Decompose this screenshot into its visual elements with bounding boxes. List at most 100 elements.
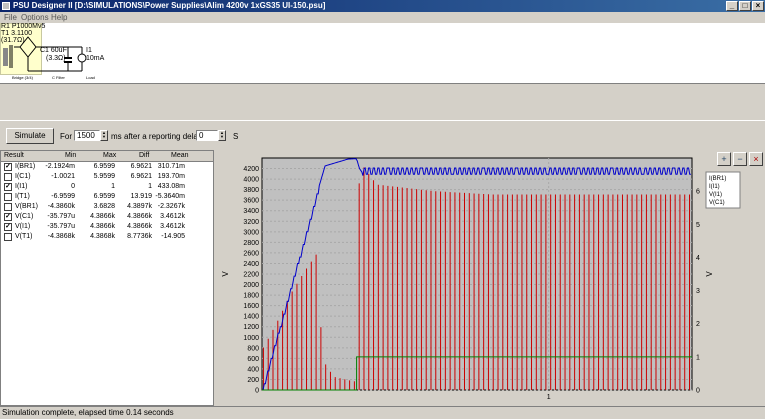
duration-spinner[interactable]: ▲ ▼ — [100, 130, 108, 141]
y-tick-label: 1600 — [243, 303, 259, 310]
column-header-result[interactable]: Result — [4, 152, 24, 159]
simulate-button[interactable]: Simulate — [6, 128, 54, 144]
cell-name: V(BR1) — [15, 203, 38, 210]
table-row[interactable]: V(T1) -4.3868k 4.3868k 8.7736k -14.905 — [1, 232, 213, 242]
y-tick-label: 200 — [247, 377, 259, 384]
table-row[interactable]: ✓ V(C1) -35.797u 4.3866k 4.3866k 3.4612k — [1, 212, 213, 222]
row-checkbox[interactable] — [4, 233, 12, 241]
x-tick-label: 1 — [547, 394, 551, 401]
table-row[interactable]: I(T1) -6.9599 6.9599 13.919 -5.3640m — [1, 192, 213, 202]
minimize-button[interactable]: _ — [726, 1, 738, 11]
y-tick-label: 3400 — [243, 208, 259, 215]
load-current-label: 10mA — [86, 55, 105, 62]
cell-mean: 3.4612k — [160, 213, 185, 220]
cell-name: V(C1) — [15, 213, 34, 220]
table-row[interactable]: ✓ V(I1) -35.797u 4.3866k 4.3866k 3.4612k — [1, 222, 213, 232]
title-bar: PSU Designer II [D:\SIMULATIONS\Power Su… — [0, 0, 765, 12]
row-checkbox[interactable]: ✓ — [4, 163, 12, 171]
y-tick-label: 1400 — [243, 314, 259, 321]
table-row[interactable]: ✓ I(I1) 0 1 1 433.08m — [1, 182, 213, 192]
cell-max: 4.3868k — [90, 233, 115, 240]
s-label: S — [233, 132, 239, 141]
row-checkbox[interactable]: ✓ — [4, 183, 12, 191]
table-row[interactable]: I(C1) -1.0021 5.9599 6.9621 193.70m — [1, 172, 213, 182]
cell-max: 4.3866k — [90, 213, 115, 220]
y-tick-label: 1800 — [243, 293, 259, 300]
legend-entry: V(C1) — [709, 200, 725, 206]
y-tick-label: 400 — [247, 366, 259, 373]
y-tick-label: 1200 — [243, 324, 259, 331]
duration-input[interactable]: 1500 — [74, 130, 100, 141]
cell-diff: 6.9621 — [130, 173, 152, 180]
column-header-max[interactable]: Max — [103, 152, 116, 159]
column-header-min[interactable]: Min — [65, 152, 76, 159]
row-checkbox[interactable] — [4, 193, 12, 201]
cell-mean: -5.3640m — [155, 193, 185, 200]
cell-diff: 4.3866k — [127, 213, 152, 220]
table-row[interactable]: ✓ I(BR1) -2.1924m 6.9599 6.9621 310.71m — [1, 162, 213, 172]
row-checkbox[interactable]: ✓ — [4, 213, 12, 221]
cell-mean: -14.905 — [161, 233, 185, 240]
cell-min: -35.797u — [47, 223, 75, 230]
cell-name: I(BR1) — [15, 163, 36, 170]
cell-max: 6.9599 — [93, 193, 115, 200]
window-title: PSU Designer II [D:\SIMULATIONS\Power Su… — [13, 1, 326, 10]
filter-caption: C Filter — [52, 75, 65, 80]
cell-mean: 310.71m — [157, 163, 185, 170]
y-tick-label: 0 — [255, 388, 259, 395]
maximize-button[interactable]: □ — [739, 1, 751, 11]
cell-name: I(T1) — [15, 193, 30, 200]
load-caption: Load — [86, 75, 95, 80]
cell-min: -2.1924m — [45, 163, 75, 170]
cell-min: -6.9599 — [51, 193, 75, 200]
close-button[interactable]: × — [752, 1, 764, 11]
y2-tick-label: 3 — [696, 288, 700, 295]
cell-max: 1 — [111, 183, 115, 190]
results-table: Result Min Max Diff Mean ✓ I(BR1) -2.1924m… — [0, 150, 214, 406]
menu-file[interactable]: File — [4, 13, 17, 22]
row-checkbox[interactable] — [4, 173, 12, 181]
delay-input[interactable]: 0 — [196, 130, 218, 141]
legend-entry: I(BR1) — [709, 176, 726, 182]
cell-mean: 433.08m — [157, 183, 185, 190]
delay-spinner[interactable]: ▲ ▼ — [218, 130, 226, 141]
cell-max: 4.3866k — [90, 223, 115, 230]
y-tick-label: 2400 — [243, 261, 259, 268]
cell-diff: 8.7736k — [127, 233, 152, 240]
column-header-diff[interactable]: Diff — [139, 152, 149, 159]
column-header-mean[interactable]: Mean — [171, 152, 189, 159]
cell-mean: -2.3267k — [157, 203, 185, 210]
row-checkbox[interactable]: ✓ — [4, 223, 12, 231]
status-text: Simulation complete, elapsed time 0.14 s… — [2, 408, 174, 417]
y-tick-label: 3000 — [243, 229, 259, 236]
c1-resistance-label: (3.3Ω) — [46, 55, 66, 62]
table-row[interactable]: V(BR1) -4.3860k 3.6828 4.3897k -2.3267k — [1, 202, 213, 212]
cell-max: 6.9599 — [93, 163, 115, 170]
cell-min: -35.797u — [47, 213, 75, 220]
y-tick-label: 3800 — [243, 187, 259, 194]
y-tick-label: 800 — [247, 345, 259, 352]
ms-label: ms — [111, 132, 122, 141]
cell-diff: 4.3897k — [127, 203, 152, 210]
cell-max: 3.6828 — [93, 203, 115, 210]
menu-help[interactable]: Help — [51, 13, 67, 22]
chart-panel: + − × 0 200 400 600 800 1000 1200 1400 1600 1800 2… — [214, 150, 765, 406]
menu-options[interactable]: Options — [21, 13, 49, 22]
bridge-caption: Bridge (3/4) — [12, 75, 33, 80]
y2-tick-label: 4 — [696, 255, 700, 262]
simulation-toolbar: Simulate For 1500 ▲ ▼ ms after a reportin… — [0, 120, 765, 151]
cell-min: -4.3868k — [47, 233, 75, 240]
cell-name: V(T1) — [15, 233, 33, 240]
cell-min: -4.3860k — [47, 203, 75, 210]
cell-name: I(C1) — [15, 173, 31, 180]
y-tick-label: 4000 — [243, 177, 259, 184]
for-label: For — [60, 132, 72, 141]
y-axis-label: V — [221, 271, 230, 277]
y2-axis-label: V — [705, 271, 714, 277]
waveform-chart[interactable]: 0 200 400 600 800 1000 1200 1400 1600 1800 2000 220… — [214, 150, 765, 406]
schematic-panel: R1 P1000Mv5 T1 3.1100 (31.7Ω) C1 60uF (3… — [0, 23, 765, 84]
row-checkbox[interactable] — [4, 203, 12, 211]
status-bar: Simulation complete, elapsed time 0.14 s… — [0, 406, 765, 419]
cell-diff: 13.919 — [130, 193, 152, 200]
cell-name: V(I1) — [15, 223, 31, 230]
